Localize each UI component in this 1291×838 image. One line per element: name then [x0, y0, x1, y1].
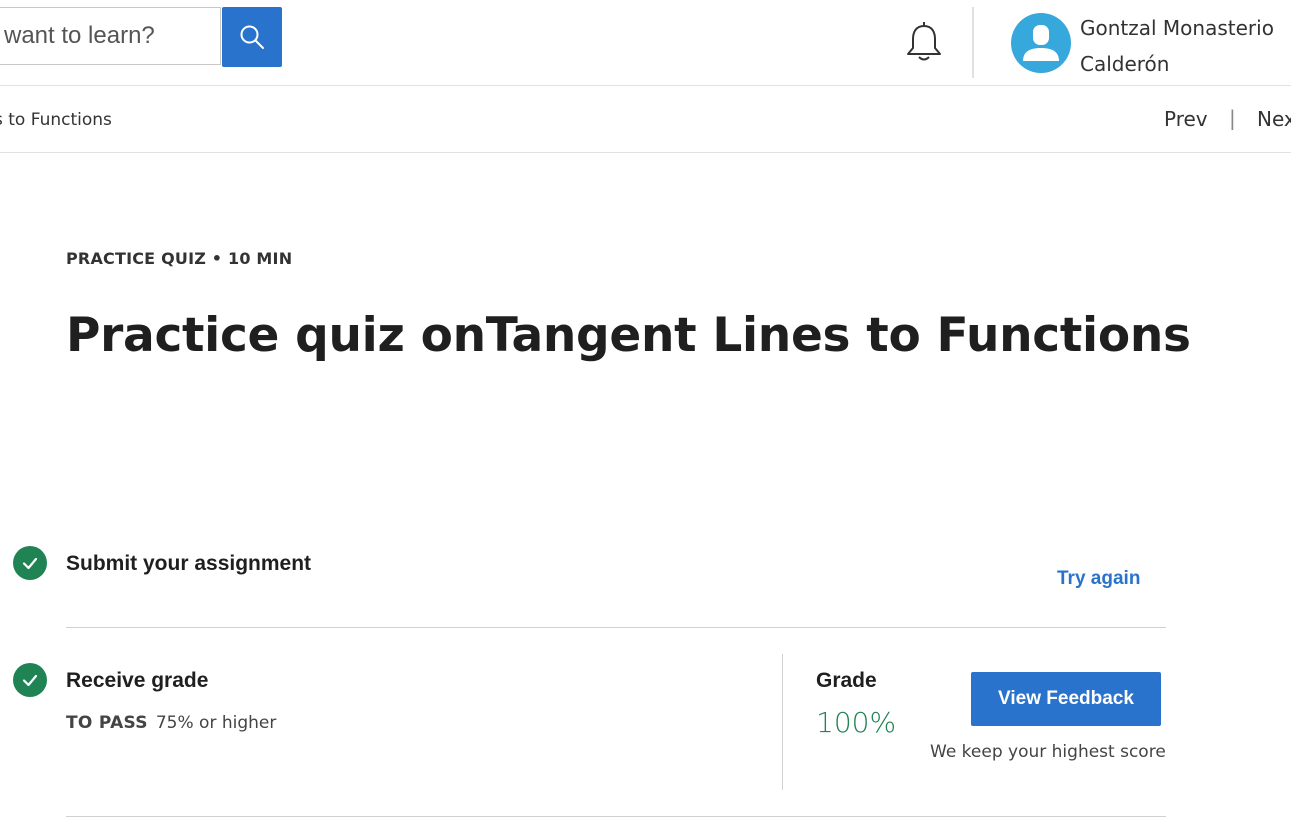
- user-icon: [1023, 25, 1059, 61]
- view-feedback-button[interactable]: View Feedback: [971, 672, 1161, 726]
- next-link[interactable]: Nex: [1257, 107, 1291, 131]
- check-icon: [22, 674, 38, 687]
- grade-divider: [782, 654, 783, 790]
- step-divider: [66, 627, 1166, 628]
- check-icon: [22, 557, 38, 570]
- prev-link[interactable]: Prev: [1164, 107, 1208, 131]
- search-input[interactable]: [0, 7, 220, 65]
- search-button[interactable]: [222, 7, 282, 67]
- to-pass-value: 75% or higher: [155, 713, 277, 733]
- step-complete-badge: [13, 546, 47, 580]
- step-divider: [66, 816, 1166, 817]
- header-divider: [972, 7, 974, 78]
- search-icon: [240, 25, 264, 49]
- pass-requirement: TO PASS 75% or higher: [66, 713, 276, 733]
- step-grade-title: Receive grade: [66, 669, 209, 692]
- quiz-eyebrow: PRACTICE QUIZ • 10 MIN: [66, 249, 293, 268]
- step-submit-title: Submit your assignment: [66, 552, 312, 575]
- step-complete-badge: [13, 663, 47, 697]
- grade-label: Grade: [816, 669, 877, 692]
- try-again-link[interactable]: Try again: [1057, 568, 1140, 590]
- bell-icon[interactable]: [903, 20, 945, 64]
- grade-value: 100%: [816, 706, 897, 739]
- highest-score-note: We keep your highest score: [930, 742, 1166, 762]
- user-name[interactable]: Gontzal Monasterio Calderón: [1080, 10, 1291, 82]
- top-bar: Gontzal Monasterio Calderón: [0, 0, 1291, 86]
- page-title: Practice quiz onTangent Lines to Functio…: [66, 308, 1191, 363]
- search-box: [0, 7, 221, 65]
- nav-separator: |: [1229, 106, 1236, 130]
- sub-nav-bar: s to Functions Prev | Nex: [0, 86, 1291, 153]
- to-pass-label: TO PASS: [66, 713, 148, 733]
- breadcrumb[interactable]: s to Functions: [0, 110, 112, 130]
- avatar[interactable]: [1011, 13, 1071, 73]
